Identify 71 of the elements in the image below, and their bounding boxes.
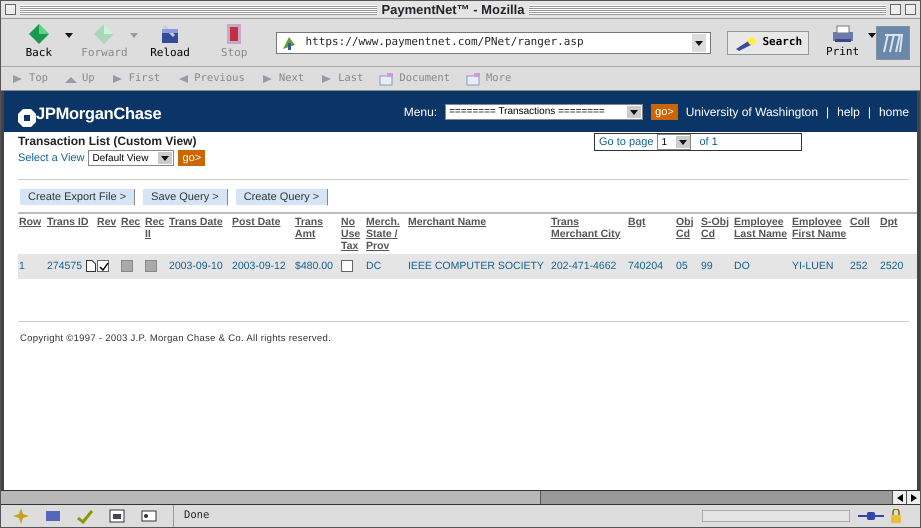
chat-icon[interactable]: [141, 508, 157, 524]
octagon-logo-icon: [18, 108, 36, 127]
horizontal-scrollbar[interactable]: [1, 490, 920, 505]
table-cell: 252: [849, 254, 879, 280]
connection-icon: [858, 510, 884, 522]
view-label: Select a View: [18, 151, 84, 166]
menu-label: Menu:: [404, 104, 438, 120]
scroll-left-button[interactable]: [892, 491, 906, 504]
forward-arrow-icon: [93, 23, 116, 46]
document-icon: [466, 72, 482, 86]
left-arrow-icon: [896, 494, 902, 502]
pager-label: Go to page: [598, 134, 654, 150]
checkbox[interactable]: [97, 260, 109, 272]
caret-icon[interactable]: [868, 33, 876, 38]
page-total: of 1: [699, 134, 718, 150]
mail-icon[interactable]: [45, 508, 61, 524]
header-link[interactable]: help: [837, 102, 860, 120]
action-button[interactable]: Create Query >: [236, 188, 328, 206]
print-button[interactable]: Print: [825, 24, 860, 61]
close-box[interactable]: [5, 4, 16, 15]
flashlight-icon: [734, 34, 758, 50]
toolbar-button[interactable]: Reload: [146, 23, 194, 62]
table-cell: IEEE COMPUTER SOCIETY: [407, 254, 550, 280]
document-icon: [379, 72, 396, 86]
search-button[interactable]: Search: [727, 30, 810, 54]
collapse-box[interactable]: [905, 4, 916, 15]
view-select[interactable]: Default View: [88, 150, 174, 166]
right-arrow-icon: [910, 494, 916, 502]
window-title: PaymentNet™ - Mozilla: [381, 0, 525, 18]
table-cell: 05: [675, 254, 700, 280]
header-link[interactable]: home: [878, 102, 909, 120]
dropdown-caret-icon[interactable]: [676, 136, 690, 148]
table-cell: 2003-09-10: [168, 254, 231, 280]
separator: |: [825, 104, 830, 120]
page-title: Transaction List (Custom View): [18, 133, 198, 150]
scroll-right-button[interactable]: [906, 491, 920, 504]
table-cell: 2520: [879, 254, 917, 280]
go-button[interactable]: go>: [651, 104, 678, 120]
printer-icon: [830, 24, 855, 44]
zoom-box[interactable]: [890, 4, 901, 15]
site-icon: [281, 34, 298, 50]
go-button[interactable]: go>: [178, 150, 206, 166]
organization-link[interactable]: University of Washington: [686, 102, 818, 120]
dropdown-caret-icon[interactable]: [627, 106, 642, 118]
table-cell: 740204: [627, 254, 675, 280]
scroll-thumb[interactable]: [1, 491, 541, 504]
table-cell: $480.00: [294, 254, 340, 280]
toolbar-button[interactable]: Back: [15, 23, 63, 62]
table-cell: 99: [700, 254, 733, 280]
dropdown-caret-icon[interactable]: [692, 34, 706, 52]
page-select[interactable]: 1: [657, 134, 692, 150]
table-cell: DC: [365, 254, 407, 280]
dropdown-caret-icon[interactable]: [158, 152, 172, 164]
caret-icon[interactable]: [64, 33, 73, 38]
address-book-icon[interactable]: [109, 508, 125, 524]
copyright-text: Copyright ©1997 - 2003 J.P. Morgan Chase & Co. All rights reserved.: [19, 332, 332, 346]
logo-text: JPMorganChase: [36, 104, 162, 126]
table-cell: 202-471-4662: [550, 254, 627, 280]
action-button[interactable]: Create Export File >: [20, 188, 136, 206]
separator: |: [866, 104, 872, 120]
action-button[interactable]: Save Query >: [143, 188, 228, 206]
table-cell: DO: [733, 254, 791, 280]
status-text: Done: [184, 508, 210, 524]
url-field[interactable]: https://www.paymentnet.com/PNet/ranger.asp: [276, 32, 712, 54]
table-cell: 2003-09-12: [231, 254, 294, 280]
back-arrow-icon: [28, 23, 50, 46]
table-cell: 1: [18, 254, 46, 280]
table-cell: YI-LUEN: [791, 254, 849, 280]
menu-select[interactable]: ======== Transactions ========: [445, 104, 644, 120]
lock-icon: [890, 509, 902, 523]
checkbox[interactable]: [341, 260, 353, 272]
